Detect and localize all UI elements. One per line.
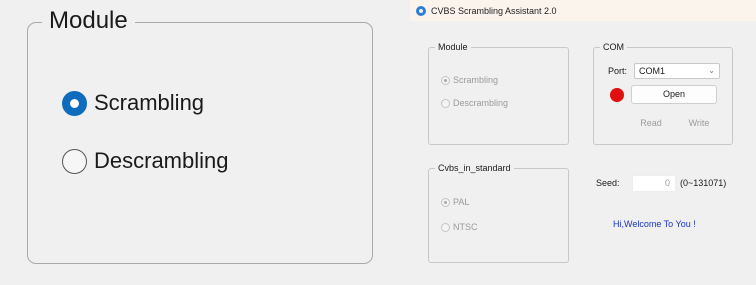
descrambling-radio-zoom[interactable]: Descrambling xyxy=(62,148,229,174)
radio-checked-icon xyxy=(441,197,450,207)
scrambling-radio-zoom[interactable]: Scrambling xyxy=(62,90,204,116)
title-bar: CVBS Scrambling Assistant 2.0 xyxy=(410,0,756,21)
welcome-message: Hi,Welcome To You ! xyxy=(613,219,696,229)
descrambling-radio-label: Descrambling xyxy=(94,148,229,173)
cvbs-standard-group: Cvbs_in_standard PAL NTSC xyxy=(428,162,569,263)
port-label: Port: xyxy=(608,66,628,76)
scrambling-radio[interactable]: Scrambling xyxy=(441,75,498,85)
radio-unchecked-icon xyxy=(62,148,87,174)
module-zoom-group: Module Scrambling Descrambling xyxy=(27,7,373,264)
write-button[interactable]: Write xyxy=(681,113,717,131)
gear-icon xyxy=(416,5,426,16)
port-select[interactable]: COM1 ⌄ xyxy=(634,63,720,79)
app-window: CVBS Scrambling Assistant 2.0 Module Scr… xyxy=(410,0,756,285)
radio-unchecked-icon xyxy=(441,222,450,232)
chevron-down-icon: ⌄ xyxy=(708,66,715,75)
com-group-legend: COM xyxy=(600,41,627,53)
module-group: Module Scrambling Descrambling xyxy=(428,41,569,145)
seed-input[interactable]: 0 xyxy=(632,175,676,192)
ntsc-label: NTSC xyxy=(453,222,478,232)
radio-unchecked-icon xyxy=(441,98,450,108)
window-title: CVBS Scrambling Assistant 2.0 xyxy=(431,5,557,16)
radio-checked-icon xyxy=(441,75,450,85)
read-button[interactable]: Read xyxy=(633,113,669,131)
port-value: COM1 xyxy=(639,66,666,76)
ntsc-radio[interactable]: NTSC xyxy=(441,222,478,232)
pal-label: PAL xyxy=(453,197,470,207)
pal-radio[interactable]: PAL xyxy=(441,197,469,207)
module-zoom-legend: Module xyxy=(42,7,135,35)
scrambling-radio-label: Scrambling xyxy=(94,90,205,115)
descrambling-radio[interactable]: Descrambling xyxy=(441,98,508,108)
radio-checked-icon xyxy=(62,90,87,116)
seed-range-label: (0~131071) xyxy=(680,178,727,188)
connection-status-indicator xyxy=(610,88,624,102)
module-group-legend: Module xyxy=(435,41,471,53)
seed-label: Seed: xyxy=(596,178,620,188)
cvbs-standard-legend: Cvbs_in_standard xyxy=(435,162,514,174)
descrambling-label: Descrambling xyxy=(453,98,509,108)
scrambling-label: Scrambling xyxy=(453,75,499,85)
open-button[interactable]: Open xyxy=(631,85,717,104)
